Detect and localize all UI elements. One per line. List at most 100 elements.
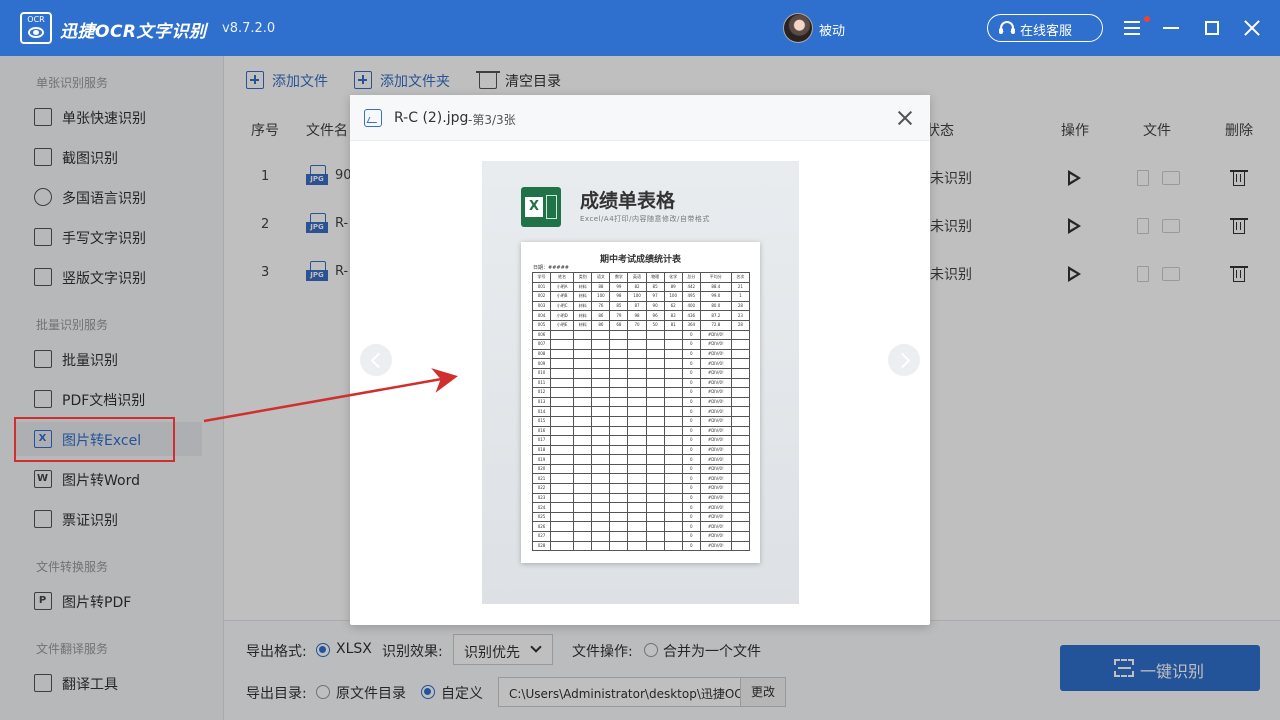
table-cell: 小明D xyxy=(550,310,575,321)
table-cell xyxy=(591,511,611,523)
table-cell: 0 xyxy=(681,329,701,341)
table-cell xyxy=(591,531,611,542)
table-cell: 90 xyxy=(645,300,665,312)
table-cell: 016 xyxy=(531,425,552,437)
table-cell xyxy=(730,358,751,369)
table-cell xyxy=(591,435,611,446)
table-cell xyxy=(645,339,665,350)
sheet-date-label: 日期： xyxy=(533,265,549,271)
spreadsheet-preview: 期中考试成绩统计表 日期：##### 学号 姓名 类别 语文 数学 英语 物理 化学 总分 平均分… xyxy=(521,242,760,563)
table-cell xyxy=(550,435,575,446)
table-cell: 98 xyxy=(627,310,647,321)
table-cell: #DIV/0! xyxy=(699,348,732,360)
table-cell xyxy=(663,531,683,542)
table-row: 001 小明A 材料 88 99 82 85 89 442 88.4 21 xyxy=(531,281,751,293)
table-row: 011 0 #DIV/0! xyxy=(531,377,751,389)
table-cell xyxy=(573,415,593,427)
table-cell xyxy=(645,483,665,494)
table-cell: 学号 xyxy=(531,272,552,283)
image-preview-dialog: R-C (2).jpg -第3/3张 X 成绩单表格 Excel/A4打印/内容… xyxy=(350,95,930,625)
previous-image-button[interactable] xyxy=(360,344,392,376)
table-cell xyxy=(645,387,665,398)
table-cell: 002 xyxy=(531,291,552,302)
headset-icon xyxy=(999,21,1014,35)
online-service-button[interactable]: 在线客服 xyxy=(987,14,1103,42)
preview-title: 成绩单表格 xyxy=(580,190,676,212)
table-cell: 023 xyxy=(531,492,552,504)
table-cell xyxy=(627,329,647,341)
table-cell: 79 xyxy=(609,310,629,321)
menu-icon[interactable] xyxy=(1121,16,1150,40)
table-cell xyxy=(627,463,647,475)
table-row: 002 小明B 材料 100 98 100 97 100 495 99.0 1 xyxy=(531,291,751,302)
user-name[interactable]: 被动 xyxy=(819,20,845,39)
table-cell: 82 xyxy=(627,281,647,293)
table-cell xyxy=(663,511,683,523)
table-cell: 76 xyxy=(591,300,611,312)
table-cell: 012 xyxy=(531,387,552,398)
table-row: 016 0 #DIV/0! xyxy=(531,425,751,437)
table-cell xyxy=(627,377,647,389)
table-cell: 013 xyxy=(531,396,552,408)
table-cell xyxy=(663,358,683,369)
table-row: 013 0 #DIV/0! xyxy=(531,396,751,408)
next-image-button[interactable] xyxy=(888,344,920,376)
table-cell xyxy=(730,521,751,533)
table-cell xyxy=(663,502,683,513)
table-cell: #DIV/0! xyxy=(699,377,732,389)
table-cell xyxy=(573,367,593,379)
table-cell: #DIV/0! xyxy=(699,463,732,475)
table-cell: #DIV/0! xyxy=(699,531,732,542)
table-row: 018 0 #DIV/0! xyxy=(531,444,751,456)
table-cell xyxy=(591,348,611,360)
table-cell: 0 xyxy=(681,348,701,360)
table-cell: 小明A xyxy=(550,281,575,293)
maximize-icon[interactable] xyxy=(1200,16,1224,40)
table-row: 025 0 #DIV/0! xyxy=(531,511,751,523)
table-cell xyxy=(550,521,575,533)
table-cell: 28 xyxy=(730,300,751,312)
excel-logo-letter: X xyxy=(525,197,543,217)
table-cell: 021 xyxy=(531,473,552,485)
table-cell: 0 xyxy=(681,463,701,475)
table-cell: #DIV/0! xyxy=(699,358,732,369)
table-cell: 017 xyxy=(531,435,552,446)
table-cell: 0 xyxy=(681,502,701,513)
image-icon xyxy=(364,109,382,127)
table-cell xyxy=(730,329,751,341)
table-cell xyxy=(550,339,575,350)
table-cell xyxy=(627,492,647,504)
table-cell xyxy=(627,502,647,513)
close-icon[interactable] xyxy=(1240,16,1264,40)
table-row: 009 0 #DIV/0! xyxy=(531,358,751,369)
table-cell: 0 xyxy=(681,406,701,417)
table-cell: 010 xyxy=(531,367,552,379)
table-cell xyxy=(609,435,629,446)
table-row: 026 0 #DIV/0! xyxy=(531,521,751,533)
table-cell xyxy=(573,540,593,552)
table-cell xyxy=(550,358,575,369)
minimize-icon[interactable] xyxy=(1160,16,1184,40)
table-cell xyxy=(663,540,683,552)
table-cell xyxy=(663,444,683,456)
preview-page-info: -第3/3张 xyxy=(468,113,516,127)
app-version: v8.7.2.0 xyxy=(222,21,276,36)
table-cell xyxy=(627,531,647,542)
table-cell xyxy=(730,367,751,379)
table-cell xyxy=(645,348,665,360)
table-cell xyxy=(550,502,575,513)
dialog-close-icon[interactable] xyxy=(896,109,914,127)
table-cell: 0 xyxy=(681,444,701,456)
table-cell: 1 xyxy=(730,291,751,302)
table-cell xyxy=(609,339,629,350)
table-cell: 442 xyxy=(681,281,701,293)
table-cell xyxy=(591,463,611,475)
table-cell xyxy=(730,387,751,398)
table-cell xyxy=(609,329,629,341)
table-cell: 100 xyxy=(663,291,683,302)
avatar[interactable] xyxy=(783,13,813,43)
table-cell: 0 xyxy=(681,473,701,485)
table-row: 005 小明E 材料 86 68 70 50 81 364 72.8 28 xyxy=(531,319,751,331)
table-cell: 23 xyxy=(730,310,751,321)
table-cell xyxy=(609,531,629,542)
